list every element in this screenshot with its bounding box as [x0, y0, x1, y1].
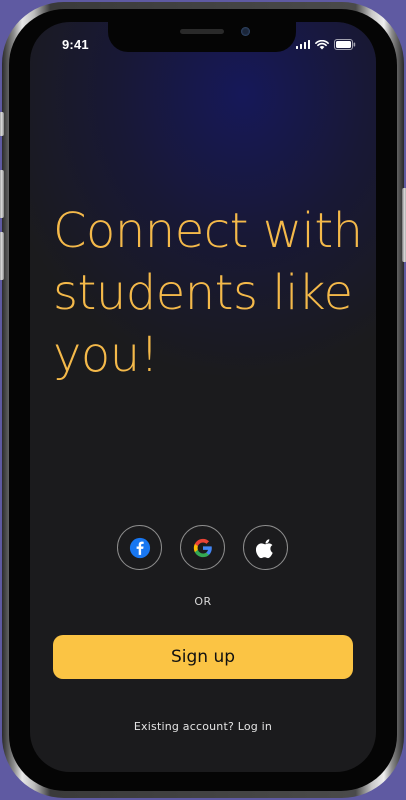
apple-icon: [255, 538, 273, 558]
power-button: [402, 188, 406, 262]
app-screen: 9:41 Connect with students like you! OR …: [30, 22, 376, 772]
wifi-icon: [315, 39, 329, 49]
speaker-grille: [180, 29, 224, 34]
facebook-icon: [129, 537, 150, 558]
existing-account-text: Existing account?: [133, 720, 235, 733]
login-prompt: Existing account? Log in: [30, 720, 376, 733]
social-login-row: [117, 525, 288, 570]
battery-icon: [334, 39, 356, 50]
phone-notch: [108, 22, 296, 52]
status-icons: [295, 39, 357, 50]
signal-icon: [295, 40, 310, 49]
google-login-button[interactable]: [180, 525, 225, 570]
headline: Connect with students like you!: [53, 203, 363, 383]
sign-up-label: Sign up: [170, 647, 236, 667]
facebook-login-button[interactable]: [117, 525, 162, 570]
apple-login-button[interactable]: [243, 525, 288, 570]
volume-down-button: [0, 232, 4, 280]
sign-up-button[interactable]: Sign up: [53, 635, 353, 679]
status-time: 9:41: [62, 37, 89, 52]
log-in-link[interactable]: Log in: [238, 720, 272, 733]
volume-up-button: [0, 170, 4, 218]
or-divider-label: OR: [194, 595, 212, 608]
front-camera: [241, 27, 250, 36]
mute-switch: [0, 112, 4, 136]
google-icon: [193, 538, 212, 557]
